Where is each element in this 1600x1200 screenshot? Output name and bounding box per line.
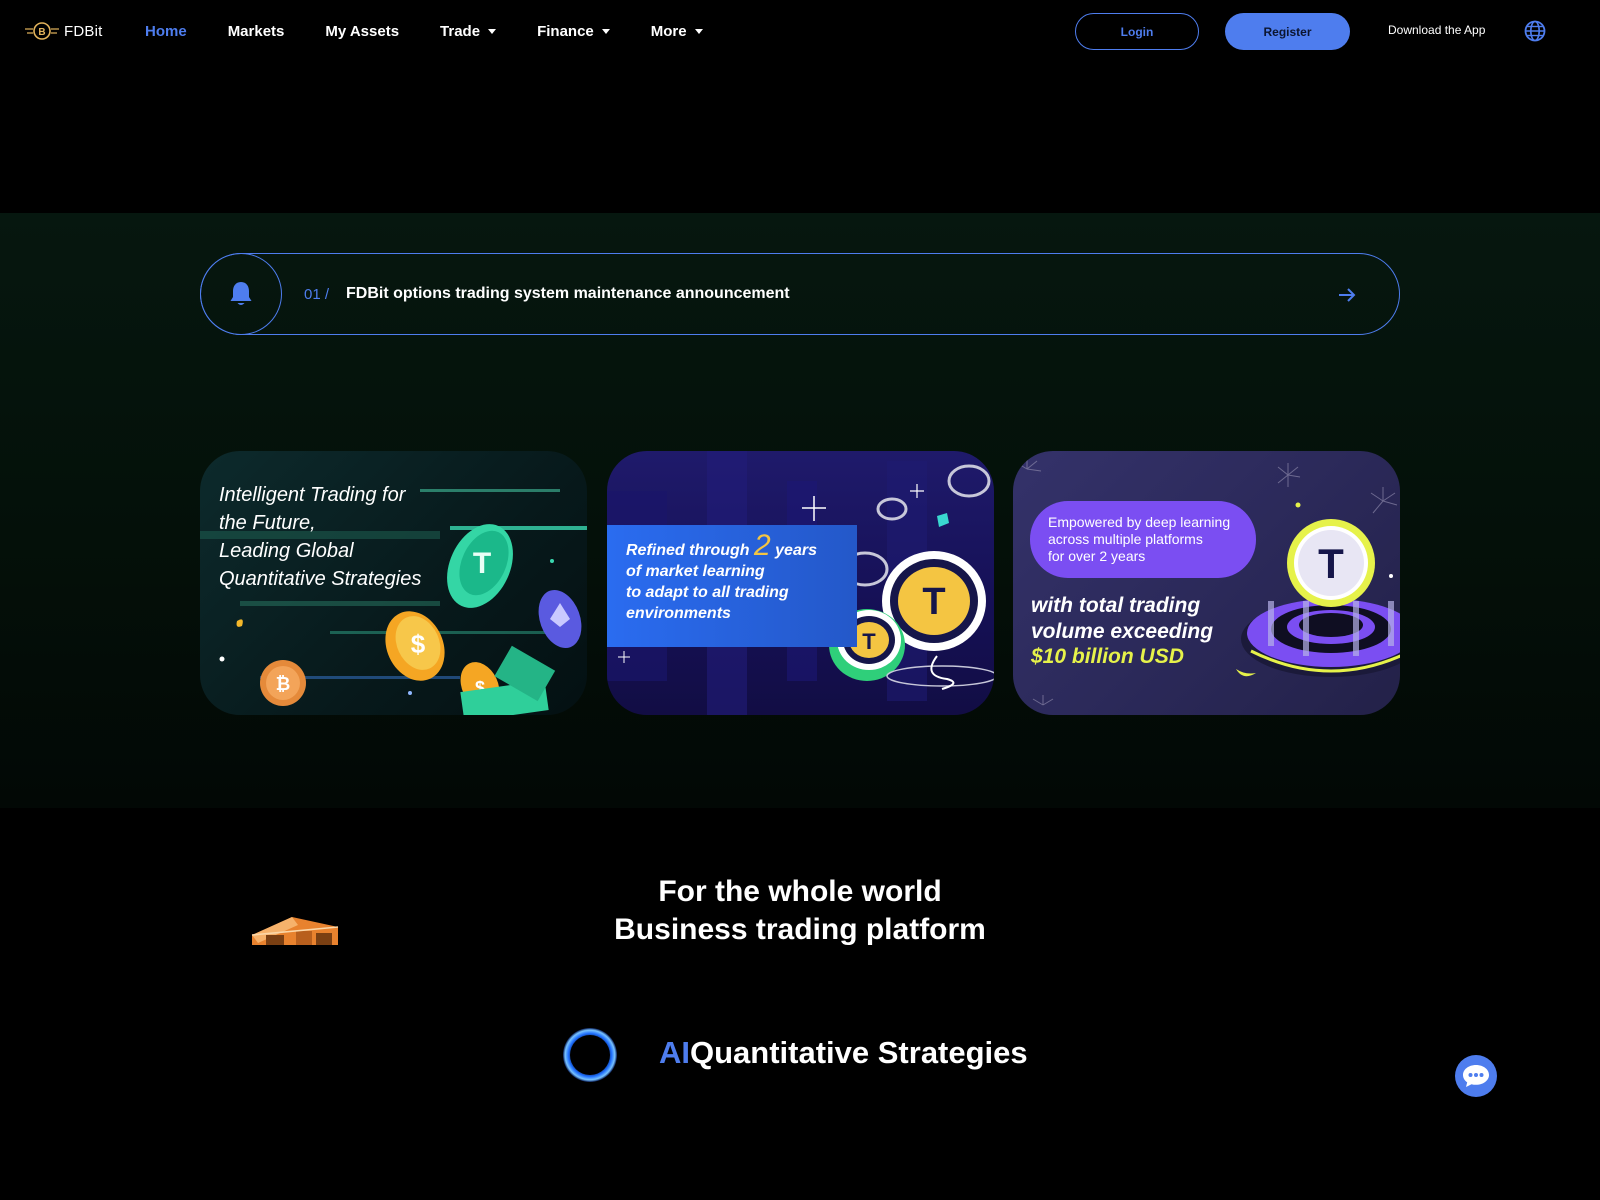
card2-headline: Refined through 2 years of market learni… bbox=[626, 531, 817, 624]
announcement-bar[interactable]: 01 / FDBit options trading system mainte… bbox=[200, 253, 1400, 335]
chat-support-button[interactable] bbox=[1455, 1055, 1497, 1097]
logo-text: FDBit bbox=[64, 22, 103, 40]
main-nav: Home Markets My Assets Trade Finance Mor… bbox=[145, 0, 744, 62]
card3-accent-amount: $10 billion USD bbox=[1031, 645, 1184, 668]
logo-icon: B bbox=[25, 22, 59, 40]
svg-text:B: B bbox=[38, 27, 45, 38]
bell-icon bbox=[230, 282, 252, 305]
login-button[interactable]: Login bbox=[1075, 13, 1199, 50]
card3-illustration: T bbox=[1016, 457, 1400, 706]
globe-icon[interactable] bbox=[1524, 20, 1546, 42]
svg-text:$: $ bbox=[411, 629, 426, 659]
ai-prefix: AI bbox=[659, 1035, 690, 1070]
nav-home-label: Home bbox=[145, 22, 187, 40]
card2-line2: of market learning bbox=[626, 563, 765, 580]
card2-line4: environments bbox=[626, 605, 731, 622]
register-button[interactable]: Register bbox=[1225, 13, 1350, 50]
world-heading-clip: For the whole world Business trading pla… bbox=[0, 870, 1600, 945]
svg-text:T: T bbox=[922, 581, 945, 623]
card2-line1-pre: Refined through bbox=[626, 542, 750, 559]
nav-trade-label: Trade bbox=[440, 22, 481, 40]
ai-title-rest: Quantitative Strategies bbox=[690, 1035, 1028, 1070]
announcement-text[interactable]: FDBit options trading system maintenance… bbox=[346, 285, 790, 303]
nav-my-assets-label: My Assets bbox=[325, 22, 400, 40]
svg-text:T: T bbox=[1318, 540, 1344, 587]
arrow-right-icon[interactable] bbox=[1336, 284, 1358, 306]
nav-more-label: More bbox=[650, 22, 687, 40]
nav-more[interactable]: More bbox=[651, 23, 703, 40]
card2-line1-post: years bbox=[775, 542, 817, 559]
nav-home[interactable]: Home bbox=[145, 23, 187, 40]
card2-years-number: 2 bbox=[754, 529, 771, 562]
nav-trade[interactable]: Trade bbox=[440, 22, 497, 40]
svg-text:₿: ₿ bbox=[276, 674, 291, 694]
top-navbar: B FDBit Home Markets My Assets Trade Fin… bbox=[0, 0, 1600, 62]
card3-bubble-text: Empowered by deep learning across multip… bbox=[1048, 514, 1231, 564]
world-heading: For the whole world Business trading pla… bbox=[0, 873, 1600, 945]
caret-down-icon bbox=[694, 29, 703, 34]
nav-my-assets[interactable]: My Assets bbox=[325, 23, 399, 40]
card2-line3: to adapt to all trading bbox=[626, 584, 789, 601]
svg-text:T: T bbox=[473, 547, 491, 580]
card3-headline: with total trading volume exceeding bbox=[1031, 594, 1214, 643]
brand-logo[interactable]: B FDBit bbox=[24, 19, 103, 43]
world-heading-line1: For the whole world bbox=[658, 875, 942, 908]
nav-markets-label: Markets bbox=[227, 22, 285, 40]
promo-card-trading-volume[interactable]: T Empowered by deep learning across mult… bbox=[1013, 451, 1400, 715]
caret-down-icon bbox=[601, 29, 610, 34]
world-heading-line2: Business trading platform bbox=[614, 913, 986, 945]
orb-icon bbox=[563, 1028, 617, 1082]
promo-card-intelligent-trading[interactable]: T $ $ ₿ Intelligent Trading for the Futu… bbox=[200, 451, 587, 715]
chat-icon bbox=[1463, 1065, 1489, 1087]
download-app-link[interactable]: Download the App bbox=[1388, 23, 1485, 37]
card1-headline: Intelligent Trading for the Future, Lead… bbox=[219, 484, 422, 590]
nav-markets[interactable]: Markets bbox=[228, 23, 285, 40]
ai-strategies-heading: AIQuantitative Strategies bbox=[659, 1035, 1028, 1071]
svg-text:T: T bbox=[862, 629, 876, 654]
promo-card-refined-learning[interactable]: T T Refined through 2 years of market le… bbox=[607, 451, 994, 715]
nav-finance[interactable]: Finance bbox=[537, 23, 610, 40]
nav-finance-label: Finance bbox=[537, 22, 594, 40]
caret-down-icon bbox=[488, 29, 497, 34]
announcement-index: 01 / bbox=[304, 286, 330, 303]
bell-badge bbox=[200, 253, 282, 335]
